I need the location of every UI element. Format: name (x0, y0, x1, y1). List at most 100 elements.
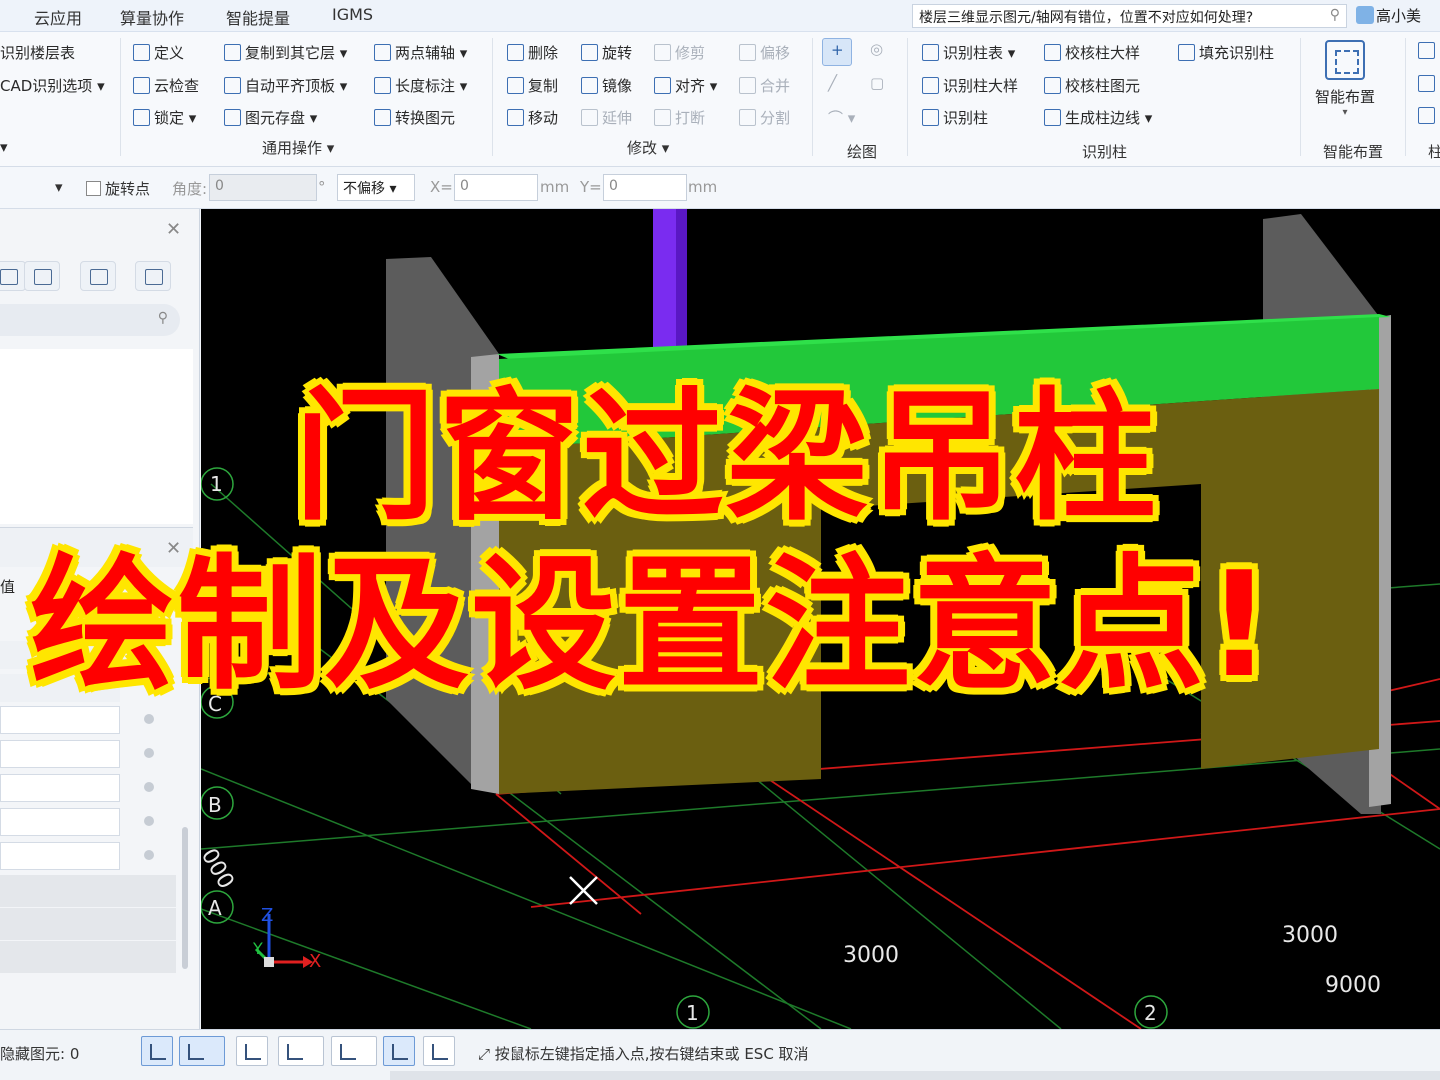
button-label: 镜像 (602, 77, 633, 95)
check-column-element-button[interactable]: 校核柱图元 (1044, 75, 1140, 96)
mirror-button[interactable]: 镜像 (581, 75, 632, 96)
copy-icon (507, 77, 524, 94)
copy-button[interactable]: 复制 (507, 75, 558, 96)
property-row[interactable] (0, 740, 120, 768)
smart-layout-button[interactable]: 智能布置 ▾ (1312, 40, 1378, 118)
horizontal-scrollbar[interactable] (390, 1071, 1440, 1080)
save-element-button[interactable]: 图元存盘 ▾ (224, 107, 317, 128)
line-draw-icon[interactable]: ╱ (828, 74, 837, 92)
panel-tool-icon-2[interactable] (24, 261, 60, 291)
help-search-input[interactable]: 楼层三维显示图元/轴网有错位，位置不对应如何处理? ⚲ (912, 4, 1347, 28)
button-label: 转换图元 (395, 109, 456, 127)
polar-tracking-button[interactable] (423, 1036, 455, 1066)
panel-tool-icon-1[interactable] (0, 261, 26, 291)
rotate-button[interactable]: 旋转 (581, 42, 632, 63)
group-row[interactable] (0, 941, 176, 974)
recognize-column-button[interactable]: 识别柱 (922, 107, 988, 128)
move-button[interactable]: 移动 (507, 107, 558, 128)
offset-icon (739, 44, 756, 61)
button-label: 识别柱 (943, 109, 989, 127)
column-icon (922, 109, 939, 126)
panel-scrollbar[interactable] (182, 827, 188, 969)
break-button[interactable]: 打断 (654, 107, 705, 128)
search-icon[interactable]: ⚲ (158, 310, 168, 326)
dimension-snap-dropdown[interactable] (331, 1036, 377, 1066)
check-column-detail-button[interactable]: 校核柱大样 (1044, 42, 1140, 63)
property-row[interactable] (0, 808, 120, 836)
panel-tool-icon-4[interactable] (135, 261, 171, 291)
merge-button[interactable]: 合并 (739, 75, 790, 96)
group-row[interactable] (0, 908, 176, 941)
group-row[interactable] (0, 875, 176, 908)
recognize-floor-table-button[interactable]: 识别楼层表 (0, 42, 75, 63)
user-account[interactable]: 高小美 (1356, 5, 1421, 26)
panel-search-input[interactable]: ⚲ (0, 304, 180, 336)
layer-dropdown-arrow[interactable]: ▾ (0, 138, 8, 156)
offset-button[interactable]: 偏移 (739, 42, 790, 63)
button-label: 合并 (760, 77, 791, 95)
copy-floor-icon (224, 44, 241, 61)
cloud-check-button[interactable]: 云检查 (133, 75, 199, 96)
chevron-down-icon: ▾ (1342, 107, 1348, 118)
angle-snap-dropdown[interactable] (278, 1036, 324, 1066)
more-tool-icon-1[interactable] (1418, 42, 1439, 60)
button-label: 识别柱大样 (943, 77, 1019, 95)
property-row[interactable] (0, 774, 120, 802)
close-icon[interactable]: ✕ (166, 219, 181, 240)
more-tool-icon-2[interactable] (1418, 75, 1439, 93)
align-button[interactable]: 对齐 ▾ (654, 75, 717, 96)
recognize-column-table-button[interactable]: 识别柱表 ▾ (922, 42, 1015, 63)
circle-draw-icon[interactable]: ◎ (870, 40, 883, 58)
search-icon[interactable]: ⚲ (1330, 7, 1340, 23)
save-element-icon (224, 109, 241, 126)
y-input[interactable]: 0 (603, 174, 687, 201)
column-tool-icon (1418, 107, 1435, 124)
split-button[interactable]: 分割 (739, 107, 790, 128)
ortho-toggle-button[interactable] (141, 1036, 173, 1066)
triad-z-label: Z (261, 905, 273, 926)
property-row[interactable] (0, 706, 120, 734)
more-tool-icon-3[interactable] (1418, 107, 1439, 125)
lock-button[interactable]: 锁定 ▾ (133, 107, 196, 128)
angle-input[interactable]: 0 (209, 174, 317, 201)
fill-recognize-column-button[interactable]: 填充识别柱 (1178, 42, 1274, 63)
delete-button[interactable]: 删除 (507, 42, 558, 63)
smart-layout-icon (1325, 40, 1365, 80)
menu-collaboration[interactable]: 算量协作 (120, 5, 184, 29)
chevron-down-icon[interactable]: ▾ (55, 178, 63, 196)
panel-tool-icon-3[interactable] (80, 261, 116, 291)
menu-smart-quantity[interactable]: 智能提量 (226, 5, 290, 29)
convert-element-button[interactable]: 转换图元 (374, 107, 455, 128)
auto-align-slab-button[interactable]: 自动平齐顶板 ▾ (224, 75, 347, 96)
convert-icon (374, 109, 391, 126)
cross-snap-button[interactable] (236, 1036, 268, 1066)
offset-mode-select[interactable]: 不偏移 ▾ (337, 174, 415, 201)
status-dot (144, 816, 154, 826)
extend-button[interactable]: 延伸 (581, 107, 632, 128)
mirror-icon (581, 77, 598, 94)
arc-draw-icon[interactable]: ⌒ ▾ (828, 107, 855, 128)
x-input[interactable]: 0 (454, 174, 538, 201)
menu-igms[interactable]: IGMS (332, 5, 373, 24)
rect-draw-icon[interactable]: ▢ (870, 74, 884, 92)
two-point-axis-button[interactable]: 两点辅轴 ▾ (374, 42, 467, 63)
degree-label: ° (318, 178, 326, 196)
rotate-point-checkbox[interactable]: 旋转点 (86, 178, 150, 199)
point-draw-button[interactable]: + (822, 38, 852, 66)
define-button[interactable]: 定义 (133, 42, 184, 63)
dynamic-input-button[interactable] (383, 1036, 415, 1066)
menu-cloud-app[interactable]: 云应用 (34, 5, 82, 29)
snap-dropdown-button[interactable] (179, 1036, 225, 1066)
status-dot (144, 850, 154, 860)
column-table-icon (922, 44, 939, 61)
length-dimension-button[interactable]: 长度标注 ▾ (374, 75, 467, 96)
group-label-recognize-column: 识别柱 (1082, 143, 1128, 161)
property-row[interactable] (0, 842, 120, 870)
recognize-column-detail-button[interactable]: 识别柱大样 (922, 75, 1018, 96)
cad-recognize-options-button[interactable]: CAD识别选项 ▾ (0, 75, 105, 96)
button-label: 两点辅轴 (395, 44, 456, 62)
copy-to-other-floor-button[interactable]: 复制到其它层 ▾ (224, 42, 347, 63)
button-label: 云检查 (154, 77, 200, 95)
trim-button[interactable]: 修剪 (654, 42, 705, 63)
generate-column-edge-button[interactable]: 生成柱边线 ▾ (1044, 107, 1152, 128)
